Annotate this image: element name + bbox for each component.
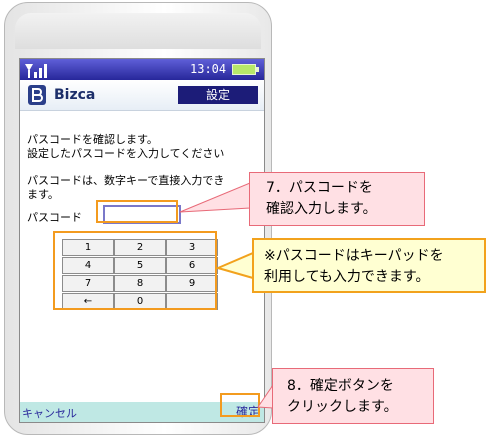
passcode-label: パスコード	[27, 211, 82, 224]
clock: 13:04	[190, 62, 227, 76]
callout-step7-line1: 7．パスコードを	[266, 180, 373, 196]
app-name: Bizca	[54, 87, 96, 103]
callout-step7-line2: 確認入力します。	[266, 201, 377, 217]
callout-keypad-note: ※パスコードはキーパッドを 利用しても入力できます。	[252, 238, 486, 293]
callout-step8-line1: 8．確定ボタンを	[287, 378, 394, 394]
instruction-line-2: 設定したパスコードを入力してください	[27, 147, 225, 160]
cancel-softkey[interactable]: キャンセル	[22, 405, 77, 421]
bizca-logo-icon	[28, 85, 46, 105]
callout-step7: 7．パスコードを 確認入力します。	[249, 172, 425, 226]
signal-icon	[25, 64, 47, 78]
callout-step8-line2: クリックします。	[287, 399, 398, 415]
keypad-highlight	[53, 231, 217, 310]
battery-icon	[232, 64, 259, 75]
instruction-line-4: ます。	[27, 188, 59, 201]
screen-title: 設定	[178, 86, 258, 104]
status-bar: 13:04	[20, 59, 264, 80]
callout-note-line2: 利用しても入力できます。	[264, 269, 430, 285]
passcode-input-highlight	[96, 200, 178, 223]
callout-note-line1: ※パスコードはキーパッドを	[264, 248, 444, 264]
confirm-button-highlight	[220, 393, 260, 417]
callout-step8: 8．確定ボタンを クリックします。	[272, 368, 434, 424]
app-header: Bizca 設定	[20, 80, 264, 111]
phone-earpiece-area	[15, 13, 261, 49]
